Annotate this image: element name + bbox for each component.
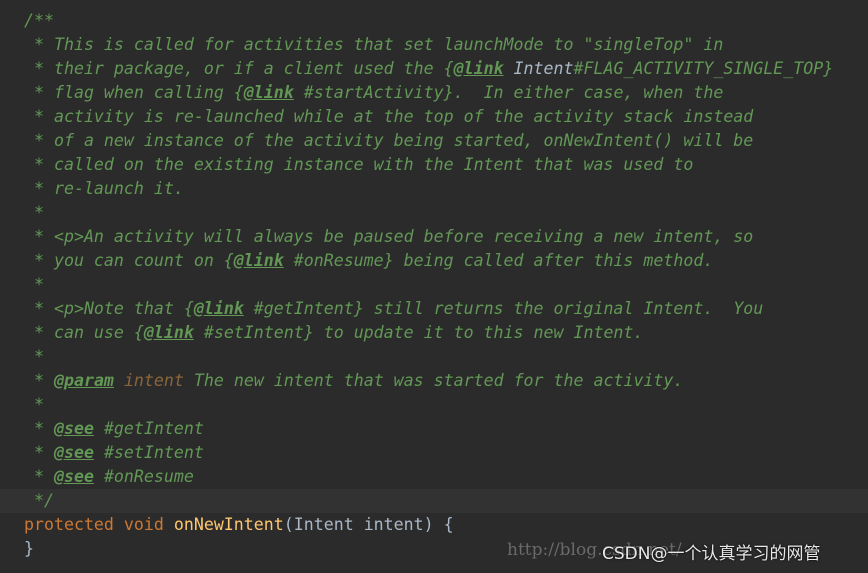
code-line[interactable]: * <box>24 393 44 417</box>
code-token: * of a new instance of the activity bein… <box>24 131 754 150</box>
code-line[interactable]: * @see #getIntent <box>24 417 204 441</box>
current-line-highlight <box>0 489 868 513</box>
code-token: * <box>24 203 44 222</box>
code-token: * their package, or if a client used the… <box>24 59 454 78</box>
javadoc-tag: @link <box>233 251 284 270</box>
code-line[interactable]: * their package, or if a client used the… <box>24 57 833 81</box>
code-line[interactable]: * <box>24 273 44 297</box>
code-token: * you can count on { <box>24 251 234 270</box>
code-token: * re-launch it. <box>24 179 184 198</box>
code-line[interactable]: /** <box>24 9 54 33</box>
code-token: #setIntent} to update it to this new Int… <box>193 323 644 342</box>
code-token: * <p>An activity will always be paused b… <box>24 227 754 246</box>
javadoc-tag: @link <box>243 83 294 102</box>
code-token: intent <box>123 371 184 390</box>
javadoc-tag: @see <box>53 467 94 486</box>
code-token: } <box>24 539 34 558</box>
code-token: protected void <box>24 515 174 534</box>
code-token: * This is called for activities that set… <box>24 35 724 54</box>
code-editor[interactable]: /** * This is called for activities that… <box>0 0 868 573</box>
code-token: #setIntent <box>93 443 204 462</box>
code-token: /** <box>24 11 54 30</box>
code-line[interactable]: * @see #setIntent <box>24 441 204 465</box>
javadoc-tag: @link <box>453 59 504 78</box>
code-token: * <box>24 467 54 486</box>
code-line[interactable]: */ <box>24 489 54 513</box>
javadoc-tag: @link <box>193 299 244 318</box>
code-token: */ <box>24 491 54 510</box>
code-line[interactable]: protected void onNewIntent(Intent intent… <box>24 513 454 537</box>
code-line[interactable]: * @param intent The new intent that was … <box>24 369 683 393</box>
code-token: * activity is re-launched while at the t… <box>24 107 754 126</box>
code-line[interactable]: * <p>An activity will always be paused b… <box>24 225 753 249</box>
code-token: #getIntent <box>93 419 204 438</box>
watermark-brand: CSDN@一个认真学习的网管 <box>602 544 821 564</box>
code-token: * <box>24 347 44 366</box>
code-token: * <box>24 419 54 438</box>
code-token: #FLAG_ACTIVITY_SINGLE_TOP} <box>573 59 834 78</box>
code-line[interactable]: * This is called for activities that set… <box>24 33 723 57</box>
code-line[interactable]: * called on the existing instance with t… <box>24 153 693 177</box>
code-token: The new intent that was started for the … <box>183 371 684 390</box>
code-token: * <p>Note that { <box>24 299 194 318</box>
code-line[interactable]: * you can count on {@link #onResume} bei… <box>24 249 713 273</box>
code-token: #getIntent} still returns the original I… <box>243 299 764 318</box>
code-line[interactable]: * activity is re-launched while at the t… <box>24 105 753 129</box>
code-token: #startActivity}. In either case, when th… <box>293 83 724 102</box>
code-token: #onResume <box>93 467 194 486</box>
code-token: * <box>24 275 44 294</box>
javadoc-tag: @param <box>53 371 114 390</box>
code-line[interactable]: * can use {@link #setIntent} to update i… <box>24 321 643 345</box>
code-line[interactable]: } <box>24 537 34 561</box>
code-line[interactable]: * <box>24 201 44 225</box>
code-token: #onResume} being called after this metho… <box>283 251 714 270</box>
code-token: * flag when calling { <box>24 83 244 102</box>
code-line[interactable]: * re-launch it. <box>24 177 184 201</box>
code-line[interactable]: * of a new instance of the activity bein… <box>24 129 753 153</box>
code-token: * <box>24 371 54 390</box>
code-token: onNewIntent <box>173 515 284 534</box>
code-token: * can use { <box>24 323 144 342</box>
code-token: * called on the existing instance with t… <box>24 155 694 174</box>
javadoc-tag: @see <box>53 419 94 438</box>
code-line[interactable]: * flag when calling {@link #startActivit… <box>24 81 723 105</box>
code-line[interactable]: * @see #onResume <box>24 465 194 489</box>
javadoc-tag: @link <box>143 323 194 342</box>
code-token: * <box>24 443 54 462</box>
code-token: (Intent intent) { <box>283 515 454 534</box>
code-line[interactable]: * <box>24 345 44 369</box>
code-token: * <box>24 395 44 414</box>
code-line[interactable]: * <p>Note that {@link #getIntent} still … <box>24 297 763 321</box>
code-token: Intent <box>513 59 574 78</box>
javadoc-tag: @see <box>53 443 94 462</box>
